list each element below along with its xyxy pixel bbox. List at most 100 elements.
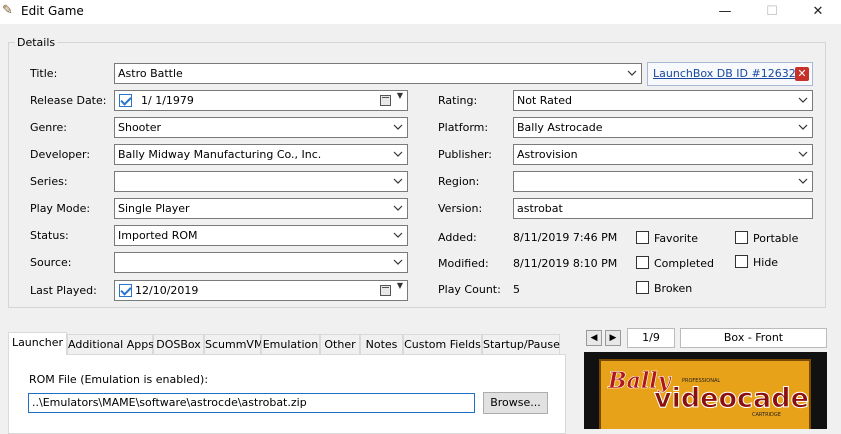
version-value: astrobat <box>517 202 563 215</box>
tab-scummvm[interactable]: ScummVM <box>204 334 263 355</box>
version-label: Version: <box>438 202 483 215</box>
rating-combobox[interactable]: Not Rated <box>513 90 813 111</box>
image-type-selector[interactable]: Box - Front <box>680 328 827 348</box>
rom-file-value: ..\Emulators\MAME\software\astrocde\astr… <box>32 396 307 409</box>
status-combobox[interactable]: Imported ROM <box>114 225 408 246</box>
genre-label: Genre: <box>30 121 68 134</box>
source-label: Source: <box>30 256 72 269</box>
hide-checkbox[interactable] <box>735 255 748 268</box>
previous-image-button[interactable]: ◀ <box>586 330 602 346</box>
play-count-value: 5 <box>513 283 520 296</box>
series-combobox[interactable] <box>114 171 408 192</box>
chevron-down-icon[interactable] <box>393 120 403 134</box>
region-combobox[interactable] <box>513 171 813 192</box>
version-input[interactable]: astrobat <box>513 198 813 219</box>
last-played-checkbox[interactable] <box>119 284 132 297</box>
chevron-down-icon[interactable] <box>393 174 403 188</box>
source-combobox[interactable] <box>114 252 408 273</box>
added-label: Added: <box>438 231 477 244</box>
added-value: 8/11/2019 7:46 PM <box>513 231 618 244</box>
tab-startup-pause[interactable]: Startup/Pause <box>482 334 560 355</box>
modified-value: 8/11/2019 8:10 PM <box>513 257 618 270</box>
chevron-down-icon[interactable] <box>798 93 808 107</box>
tab-custom-fields[interactable]: Custom Fields <box>403 334 482 355</box>
completed-label: Completed <box>654 257 714 270</box>
title-label: Title: <box>30 67 58 80</box>
rating-label: Rating: <box>438 94 478 107</box>
boxart-logo: Bally PROFESSIONAL videocade CARTRIDGE <box>599 359 811 429</box>
release-date-label: Release Date: <box>30 94 107 107</box>
window-title: Edit Game <box>21 4 84 18</box>
next-image-button[interactable]: ▶ <box>605 330 621 346</box>
portable-label: Portable <box>753 232 799 245</box>
tab-notes[interactable]: Notes <box>360 334 403 355</box>
completed-checkbox[interactable] <box>636 256 649 269</box>
details-legend: Details <box>17 36 56 49</box>
chevron-down-icon[interactable] <box>627 66 637 80</box>
chevron-down-icon[interactable] <box>393 201 403 215</box>
series-label: Series: <box>30 175 68 188</box>
tab-emulation[interactable]: Emulation <box>261 334 320 355</box>
chevron-down-icon[interactable] <box>393 255 403 269</box>
platform-combobox[interactable]: Bally Astrocade <box>513 117 813 138</box>
tab-dosbox[interactable]: DOSBox <box>153 334 204 355</box>
chevron-down-icon[interactable]: ▼ <box>397 91 403 100</box>
chevron-down-icon[interactable] <box>393 147 403 161</box>
publisher-label: Publisher: <box>438 148 493 161</box>
status-value: Imported ROM <box>118 229 198 242</box>
last-played-value: 12/10/2019 <box>135 284 199 297</box>
genre-value: Shooter <box>118 121 162 134</box>
pencil-icon: ✎ <box>2 3 13 18</box>
play-mode-label: Play Mode: <box>30 202 91 215</box>
last-played-picker[interactable]: 12/10/2019 ▼ <box>114 280 408 301</box>
release-date-picker[interactable]: 1/ 1/1979 ▼ <box>114 90 408 111</box>
hide-label: Hide <box>753 256 779 269</box>
remove-db-link-icon[interactable]: ✕ <box>795 67 809 81</box>
rom-file-input[interactable]: ..\Emulators\MAME\software\astrocde\astr… <box>28 393 475 413</box>
image-page-indicator: 1/9 <box>627 328 675 348</box>
last-played-label: Last Played: <box>30 284 97 297</box>
portable-checkbox[interactable] <box>735 231 748 244</box>
developer-label: Developer: <box>30 148 91 161</box>
maximize-button: ☐ <box>766 4 778 19</box>
broken-label: Broken <box>654 282 693 295</box>
play-mode-value: Single Player <box>118 202 190 215</box>
browse-button[interactable]: Browse... <box>483 392 548 414</box>
developer-combobox[interactable]: Bally Midway Manufacturing Co., Inc. <box>114 144 408 165</box>
platform-value: Bally Astrocade <box>517 121 603 134</box>
rating-value: Not Rated <box>517 94 572 107</box>
chevron-down-icon[interactable]: ▼ <box>397 281 403 290</box>
calendar-icon[interactable] <box>380 95 391 106</box>
modified-label: Modified: <box>438 257 489 270</box>
boxart-cartridge: CARTRIDGE <box>752 412 781 418</box>
tab-additional-apps[interactable]: Additional Apps <box>67 334 154 355</box>
tab-launcher[interactable]: Launcher <box>8 332 67 355</box>
play-count-label: Play Count: <box>438 283 501 296</box>
minimize-button[interactable]: — <box>702 0 748 24</box>
tab-other[interactable]: Other <box>320 334 360 355</box>
chevron-down-icon[interactable] <box>798 120 808 134</box>
genre-combobox[interactable]: Shooter <box>114 117 408 138</box>
box-front-image: Bally PROFESSIONAL videocade CARTRIDGE <box>584 352 827 429</box>
rom-file-label: ROM File (Emulation is enabled): <box>29 373 209 386</box>
play-mode-combobox[interactable]: Single Player <box>114 198 408 219</box>
platform-label: Platform: <box>438 121 489 134</box>
title-combobox[interactable]: Astro Battle <box>114 63 642 84</box>
chevron-down-icon[interactable] <box>798 147 808 161</box>
publisher-combobox[interactable]: Astrovision <box>513 144 813 165</box>
region-label: Region: <box>438 175 480 188</box>
favorite-label: Favorite <box>654 232 698 245</box>
chevron-down-icon[interactable] <box>393 228 403 242</box>
chevron-down-icon[interactable] <box>798 174 808 188</box>
broken-checkbox[interactable] <box>636 281 649 294</box>
calendar-icon[interactable] <box>380 285 391 296</box>
title-value: Astro Battle <box>118 67 183 80</box>
publisher-value: Astrovision <box>517 148 578 161</box>
launchbox-db-link[interactable]: LaunchBox DB ID #126324 <box>653 67 803 80</box>
favorite-checkbox[interactable] <box>636 231 649 244</box>
close-button[interactable]: ✕ <box>795 0 841 24</box>
developer-value: Bally Midway Manufacturing Co., Inc. <box>118 148 322 161</box>
release-date-checkbox[interactable] <box>119 94 132 107</box>
status-label: Status: <box>30 229 69 242</box>
release-date-value: 1/ 1/1979 <box>141 94 194 107</box>
